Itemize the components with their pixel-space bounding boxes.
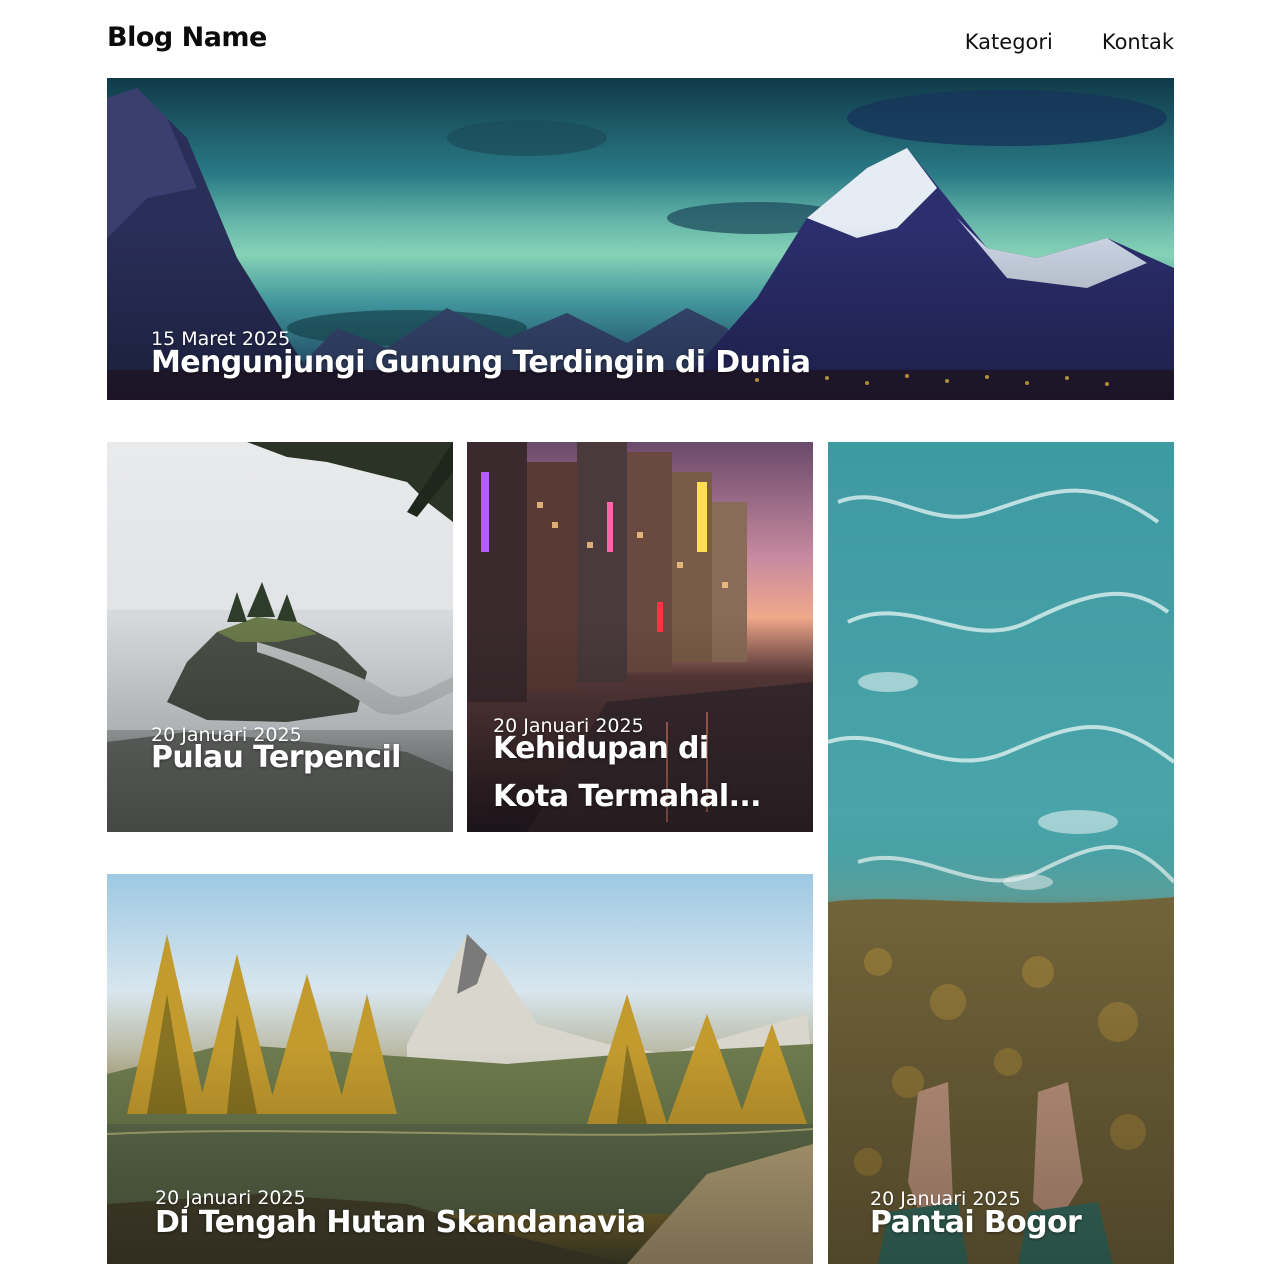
featured-post-card[interactable]: 15 Maret 2025 Mengunjungi Gunung Terding…	[107, 78, 1174, 400]
post-card-kehidupan-kota[interactable]: 20 Januari 2025 Kehidupan di Kota Termah…	[467, 442, 813, 832]
main-nav: Kategori Kontak	[965, 30, 1174, 54]
post-card-pantai-bogor[interactable]: 20 Januari 2025 Pantai Bogor	[828, 442, 1174, 1264]
post-title[interactable]: Pulau Terpencil	[151, 734, 401, 782]
nav-link-kontak[interactable]: Kontak	[1102, 30, 1174, 54]
post-title[interactable]: Mengunjungi Gunung Terdingin di Dunia	[151, 339, 811, 387]
post-title[interactable]: Pantai Bogor	[870, 1199, 1082, 1247]
post-card-pulau-terpencil[interactable]: 20 Januari 2025 Pulau Terpencil	[107, 442, 453, 832]
post-title[interactable]: Di Tengah Hutan Skandanavia	[155, 1199, 646, 1247]
post-title[interactable]: Kehidupan di Kota Termahal...	[493, 725, 793, 821]
site-header: Blog Name Kategori Kontak	[107, 18, 1174, 68]
nav-link-kategori[interactable]: Kategori	[965, 30, 1053, 54]
blog-name-logo[interactable]: Blog Name	[107, 22, 267, 53]
post-card-hutan-skandinavia[interactable]: 20 Januari 2025 Di Tengah Hutan Skandana…	[107, 874, 813, 1264]
